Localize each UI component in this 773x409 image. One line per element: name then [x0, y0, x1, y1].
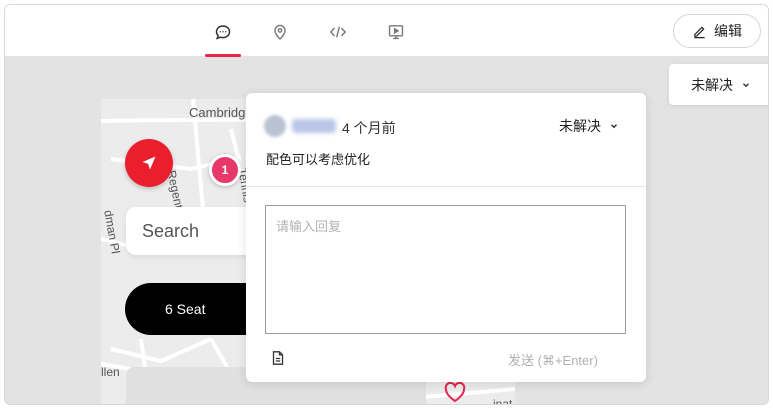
navigation-arrow-icon	[142, 156, 156, 170]
comment-icon	[215, 25, 231, 40]
divider	[246, 186, 646, 187]
active-tab-indicator	[205, 54, 241, 57]
document-icon[interactable]	[270, 350, 286, 366]
edit-label: 编辑	[714, 23, 742, 39]
author-name-redacted	[292, 119, 336, 133]
code-icon	[329, 26, 347, 38]
street-label: llen	[101, 365, 120, 379]
tab-location[interactable]	[262, 17, 298, 47]
comment-time: 4 个月前	[342, 120, 396, 136]
tab-code[interactable]	[320, 17, 356, 47]
status-filter-label: 未解决	[691, 76, 733, 93]
comment-pin[interactable]: 1	[209, 154, 241, 186]
avatar	[264, 115, 286, 137]
street-label: Cambridge	[189, 105, 253, 120]
comment-status-label: 未解决	[559, 118, 601, 134]
reply-input[interactable]	[265, 205, 626, 334]
comment-popover: 4 个月前 未解决 配色可以考虑优化 发送 (⌘+Enter)	[246, 93, 646, 382]
location-pin-icon	[274, 24, 286, 40]
comment-pin-number: 1	[221, 163, 229, 177]
pencil-icon	[694, 26, 705, 38]
street-label: inat	[493, 397, 513, 405]
presentation-icon	[388, 25, 404, 40]
tab-comment[interactable]	[205, 17, 241, 47]
seat-label: 6 Seat	[165, 301, 206, 317]
search-placeholder: Search	[142, 220, 200, 241]
tab-present[interactable]	[378, 17, 414, 47]
comment-status-dropdown[interactable]: 未解决	[559, 116, 619, 136]
status-filter-dropdown[interactable]: 未解决	[669, 64, 768, 105]
comment-text: 配色可以考虑优化	[266, 152, 371, 167]
heart-icon[interactable]	[443, 381, 467, 403]
chevron-down-icon	[611, 124, 617, 129]
edit-button[interactable]: 编辑	[673, 14, 761, 48]
send-button[interactable]: 发送 (⌘+Enter)	[508, 350, 598, 369]
toolbar: 编辑	[5, 5, 768, 57]
chevron-down-icon	[743, 82, 749, 87]
app-window: 编辑 未解决 Cambridge Regent Pl Tennis dman P…	[4, 4, 769, 405]
navigate-button[interactable]	[125, 139, 173, 187]
